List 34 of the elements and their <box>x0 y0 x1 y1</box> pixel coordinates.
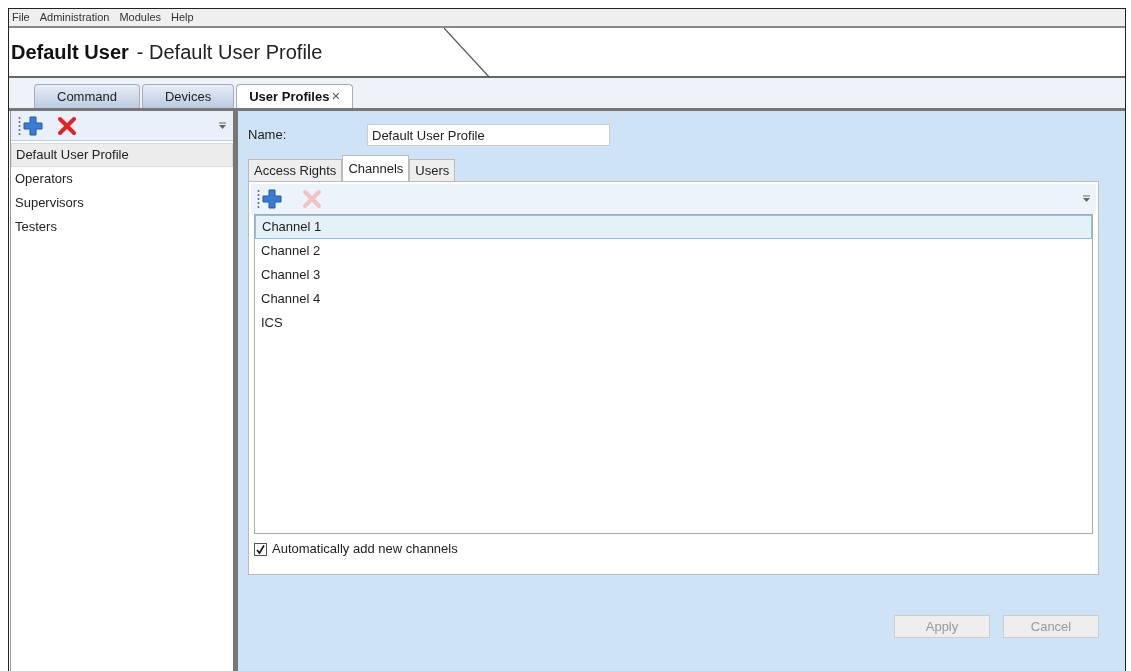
menu-item[interactable]: Administration <box>39 9 110 26</box>
close-icon[interactable]: × <box>331 85 341 108</box>
tab[interactable]: Command <box>34 84 140 108</box>
grip-icon[interactable] <box>257 190 260 208</box>
channel-item[interactable]: Channel 1 <box>255 215 1092 239</box>
profile-title: Default User <box>11 40 129 65</box>
profile-subtitle: - Default User Profile <box>136 40 323 65</box>
tab[interactable]: Channels <box>342 155 410 181</box>
menu-item[interactable]: File <box>12 9 30 26</box>
profile-item[interactable]: Operators <box>11 167 233 191</box>
tab[interactable]: Devices <box>141 84 235 108</box>
add-icon[interactable] <box>23 115 43 136</box>
grip-icon[interactable] <box>18 116 21 135</box>
profile-item[interactable]: Testers <box>11 215 233 239</box>
add-icon[interactable] <box>262 189 282 209</box>
profile-item[interactable]: Default User Profile <box>11 143 233 167</box>
menu-item[interactable]: Help <box>171 9 194 26</box>
channel-item[interactable]: Channel 2 <box>255 239 1092 263</box>
channel-item[interactable]: ICS <box>255 311 1092 335</box>
menu-item[interactable]: Modules <box>119 9 161 26</box>
delete-icon[interactable] <box>57 115 77 136</box>
profile-item[interactable]: Supervisors <box>11 191 233 215</box>
channel-item[interactable]: Channel 3 <box>255 263 1092 287</box>
tab[interactable]: User Profiles× <box>236 84 354 108</box>
channel-item[interactable]: Channel 4 <box>255 287 1092 311</box>
overflow-icon[interactable] <box>219 121 226 130</box>
name-field[interactable]: Default User Profile <box>367 124 610 146</box>
tab[interactable]: Users <box>409 159 456 181</box>
tab[interactable]: Access Rights <box>248 159 343 181</box>
name-label: Name: <box>248 126 288 145</box>
checkbox[interactable] <box>254 542 267 556</box>
divider-line-drawing <box>444 28 492 78</box>
checkbox-label: Automatically add new channels <box>272 540 458 559</box>
overflow-icon[interactable] <box>1083 195 1090 203</box>
